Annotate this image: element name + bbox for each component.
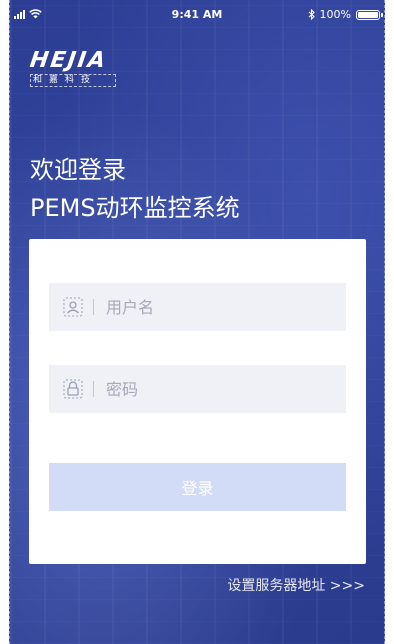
login-card: 登录 bbox=[29, 239, 366, 564]
welcome-heading: 欢迎登录 PEMS动环监控系统 bbox=[30, 151, 240, 227]
welcome-line: 欢迎登录 bbox=[30, 156, 126, 184]
battery-icon bbox=[356, 9, 383, 20]
company-logo: HEJIA 和嘉科技 bbox=[28, 48, 122, 87]
status-bar: 9:41 AM 100% bbox=[0, 0, 394, 28]
username-input[interactable] bbox=[104, 286, 308, 328]
logo-subtitle: 和嘉科技 bbox=[30, 74, 116, 87]
field-divider bbox=[93, 381, 94, 397]
password-input[interactable] bbox=[104, 368, 308, 410]
field-divider bbox=[93, 299, 94, 315]
bluetooth-icon bbox=[308, 9, 315, 20]
lock-icon bbox=[63, 379, 83, 399]
password-field[interactable] bbox=[49, 365, 346, 413]
username-field[interactable] bbox=[49, 283, 346, 331]
server-settings-link[interactable]: 设置服务器地址 >>> bbox=[227, 575, 365, 595]
logo-mark: HEJIA bbox=[28, 48, 109, 73]
login-button[interactable]: 登录 bbox=[49, 463, 346, 511]
user-icon bbox=[63, 297, 83, 317]
system-name: PEMS动环监控系统 bbox=[30, 194, 240, 222]
battery-percent: 100% bbox=[319, 8, 351, 21]
